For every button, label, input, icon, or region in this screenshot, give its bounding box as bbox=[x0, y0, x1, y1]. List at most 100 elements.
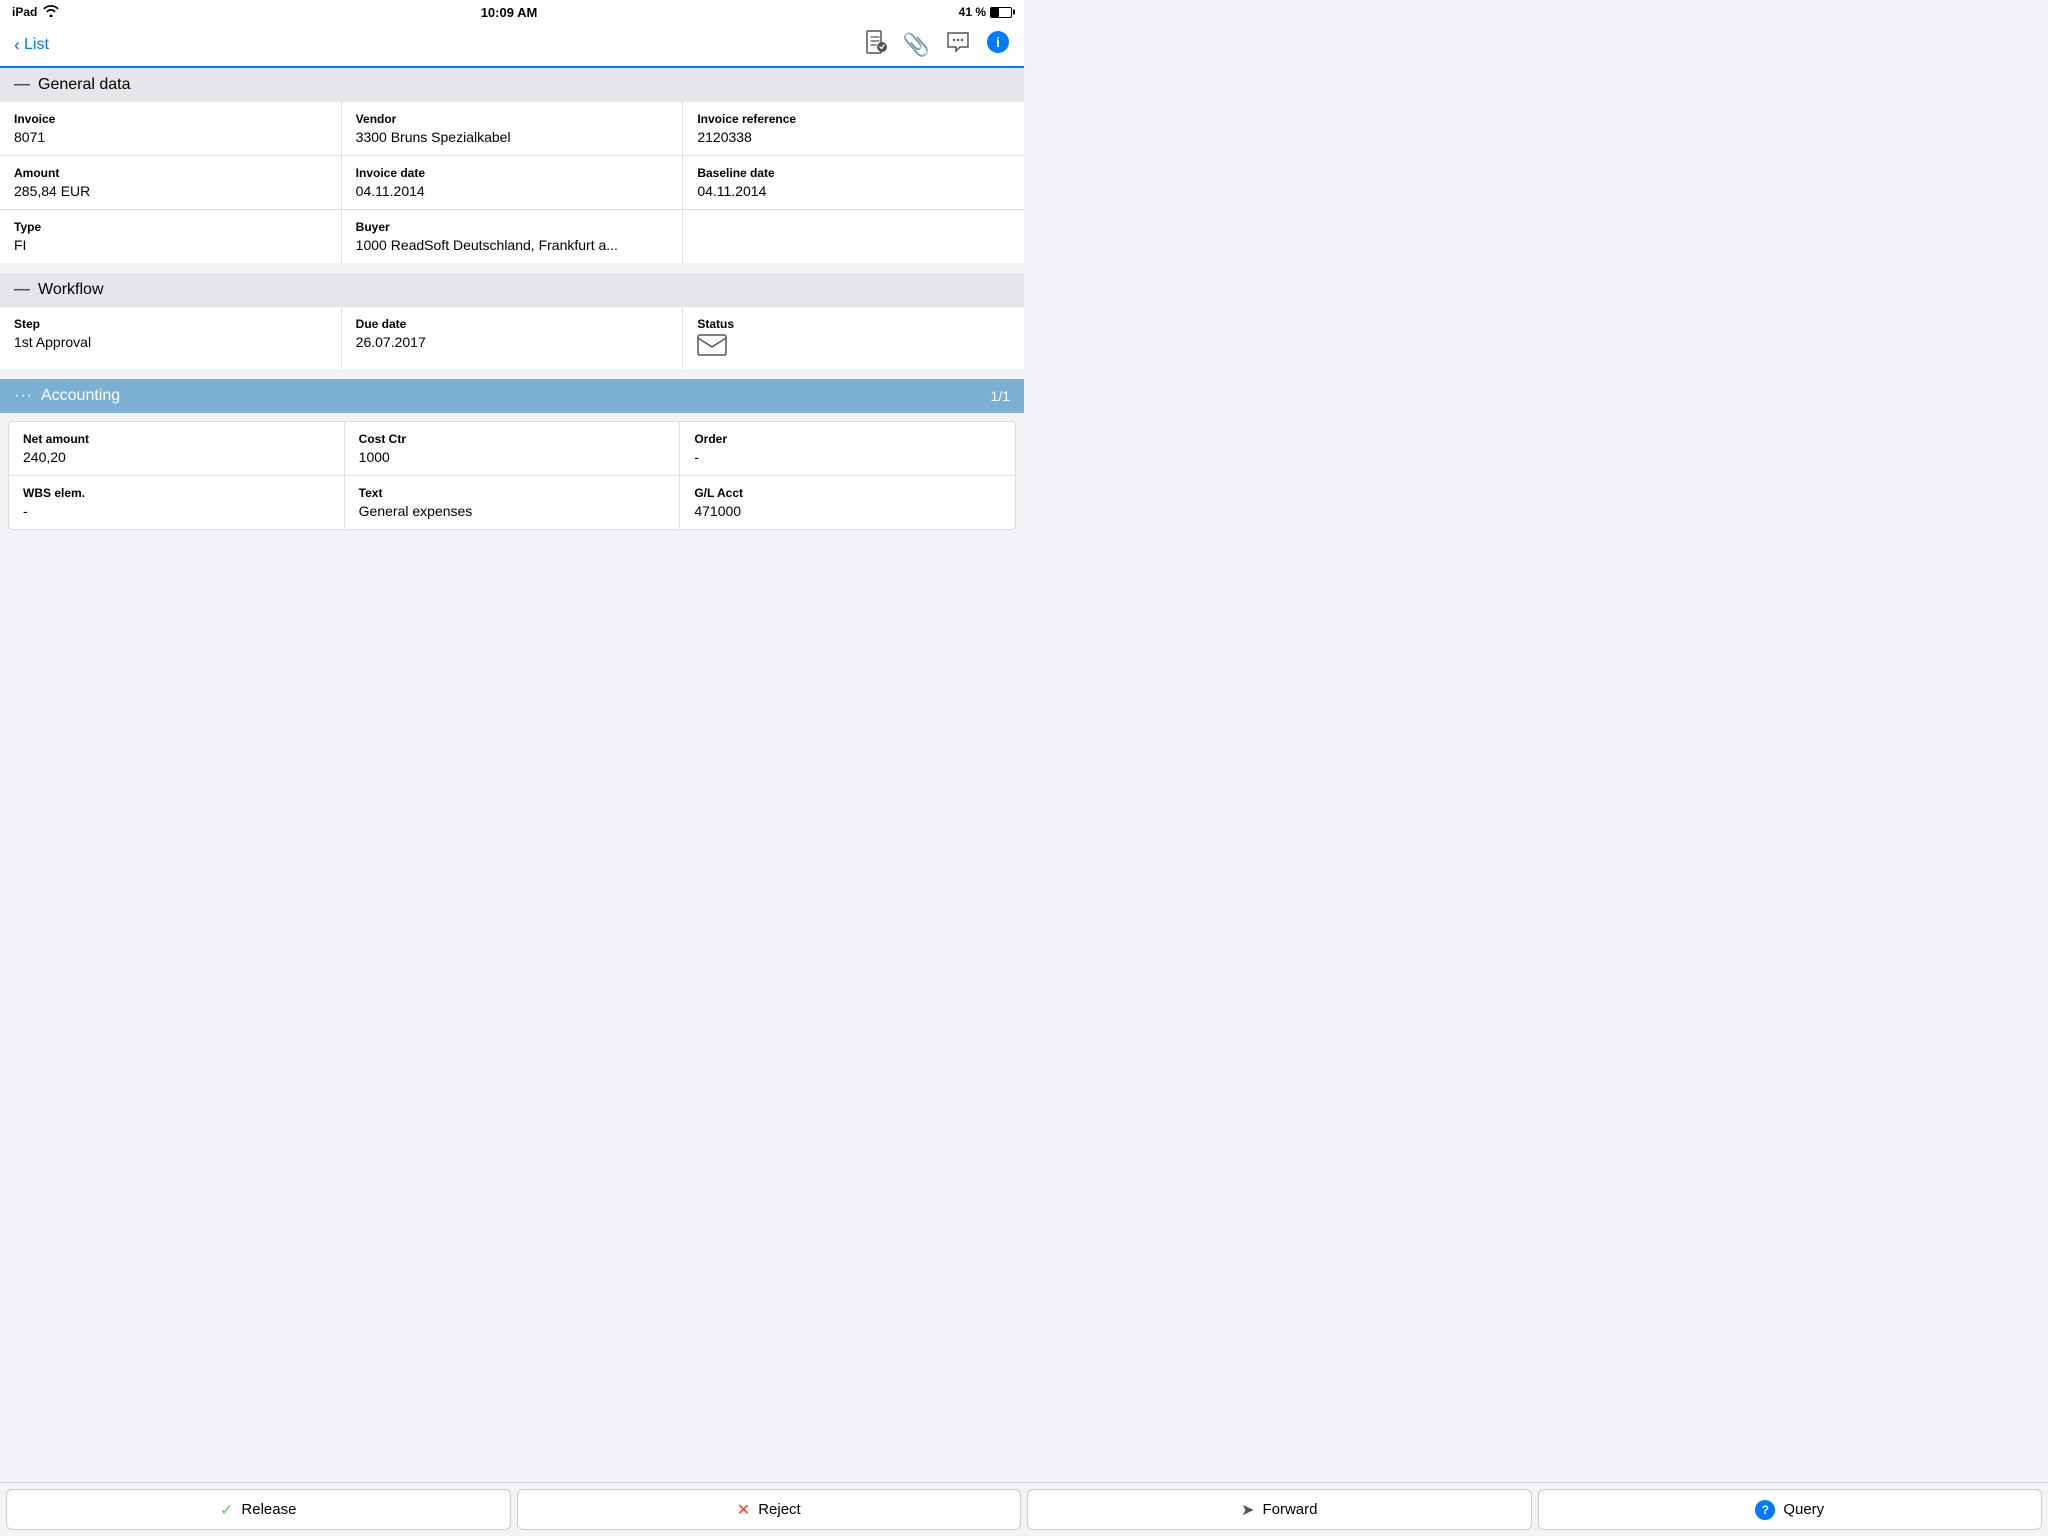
device-label: iPad bbox=[12, 5, 37, 19]
release-label: Release bbox=[241, 1501, 296, 1518]
forward-button[interactable]: ➤ Forward bbox=[1027, 1489, 1532, 1530]
table-row: WBS elem. - Text General expenses G/L Ac… bbox=[9, 476, 1015, 529]
baseline-date-label: Baseline date bbox=[697, 166, 1010, 180]
buyer-label: Buyer bbox=[356, 220, 669, 234]
general-data-table: Invoice 8071 Vendor 3300 Bruns Spezialka… bbox=[0, 102, 1024, 263]
table-row: Type FI Buyer 1000 ReadSoft Deutschland,… bbox=[0, 210, 1024, 263]
type-value: FI bbox=[14, 237, 327, 253]
invoice-date-label: Invoice date bbox=[356, 166, 669, 180]
buyer-value: 1000 ReadSoft Deutschland, Frankfurt a..… bbox=[356, 237, 669, 253]
gl-acct-cell: G/L Acct 471000 bbox=[680, 476, 1015, 529]
back-button[interactable]: ‹ List bbox=[14, 35, 49, 56]
time-display: 10:09 AM bbox=[481, 5, 538, 20]
query-label: Query bbox=[1783, 1501, 1824, 1518]
net-amount-label: Net amount bbox=[23, 432, 330, 446]
invoice-date-value: 04.11.2014 bbox=[356, 183, 669, 199]
status-icon bbox=[697, 334, 1010, 359]
general-data-title: General data bbox=[38, 76, 131, 94]
accounting-badge: 1/1 bbox=[991, 388, 1010, 404]
bottom-toolbar: ✓ Release ✕ Reject ➤ Forward ? Query bbox=[0, 1482, 2048, 1536]
wifi-icon bbox=[43, 5, 59, 20]
gl-acct-value: 471000 bbox=[694, 503, 1001, 519]
accounting-header: ··· Accounting 1/1 bbox=[0, 379, 1024, 413]
release-button[interactable]: ✓ Release bbox=[6, 1489, 511, 1530]
info-icon[interactable]: i bbox=[986, 30, 1010, 60]
nav-bar: ‹ List 📎 i bbox=[0, 24, 1024, 68]
table-row: Invoice 8071 Vendor 3300 Bruns Spezialka… bbox=[0, 102, 1024, 156]
workflow-header: — Workflow bbox=[0, 273, 1024, 307]
reject-label: Reject bbox=[758, 1501, 801, 1518]
battery-icon bbox=[990, 7, 1012, 18]
x-icon: ✕ bbox=[737, 1500, 750, 1520]
step-value: 1st Approval bbox=[14, 334, 327, 350]
nav-icons: 📎 i bbox=[865, 30, 1010, 60]
invoice-cell: Invoice 8071 bbox=[0, 102, 342, 155]
general-data-header: — General data bbox=[0, 68, 1024, 102]
baseline-date-cell: Baseline date 04.11.2014 bbox=[683, 156, 1024, 209]
invoice-value: 8071 bbox=[14, 129, 327, 145]
vendor-label: Vendor bbox=[356, 112, 669, 126]
type-label: Type bbox=[14, 220, 327, 234]
status-label: Status bbox=[697, 317, 1010, 331]
vendor-cell: Vendor 3300 Bruns Spezialkabel bbox=[342, 102, 684, 155]
vendor-value: 3300 Bruns Spezialkabel bbox=[356, 129, 669, 145]
status-bar-right: 41 % bbox=[959, 5, 1012, 19]
amount-label: Amount bbox=[14, 166, 327, 180]
back-chevron-icon: ‹ bbox=[14, 35, 20, 56]
type-cell: Type FI bbox=[0, 210, 342, 263]
arrow-icon: ➤ bbox=[1241, 1500, 1254, 1520]
check-icon: ✓ bbox=[220, 1500, 233, 1520]
order-cell: Order - bbox=[680, 422, 1015, 475]
net-amount-value: 240,20 bbox=[23, 449, 330, 465]
net-amount-cell: Net amount 240,20 bbox=[9, 422, 345, 475]
collapse-workflow-icon[interactable]: — bbox=[14, 281, 30, 299]
question-icon: ? bbox=[1755, 1500, 1775, 1520]
svg-text:i: i bbox=[996, 34, 1000, 50]
wbs-label: WBS elem. bbox=[23, 486, 330, 500]
step-cell: Step 1st Approval bbox=[0, 307, 342, 369]
invoice-label: Invoice bbox=[14, 112, 327, 126]
table-row: Amount 285,84 EUR Invoice date 04.11.201… bbox=[0, 156, 1024, 210]
buyer-cell: Buyer 1000 ReadSoft Deutschland, Frankfu… bbox=[342, 210, 684, 263]
status-cell: Status bbox=[683, 307, 1024, 369]
order-label: Order bbox=[694, 432, 1001, 446]
cost-ctr-label: Cost Ctr bbox=[359, 432, 666, 446]
accounting-card: Net amount 240,20 Cost Ctr 1000 Order - … bbox=[8, 421, 1016, 530]
workflow-table: Step 1st Approval Due date 26.07.2017 St… bbox=[0, 307, 1024, 369]
due-date-cell: Due date 26.07.2017 bbox=[342, 307, 684, 369]
query-button[interactable]: ? Query bbox=[1538, 1489, 2043, 1530]
reject-button[interactable]: ✕ Reject bbox=[517, 1489, 1022, 1530]
gl-acct-label: G/L Acct bbox=[694, 486, 1001, 500]
battery-pct: 41 % bbox=[959, 5, 986, 19]
forward-label: Forward bbox=[1262, 1501, 1317, 1518]
status-bar-left: iPad bbox=[12, 5, 59, 20]
cost-ctr-cell: Cost Ctr 1000 bbox=[345, 422, 681, 475]
invoice-date-cell: Invoice date 04.11.2014 bbox=[342, 156, 684, 209]
status-bar: iPad 10:09 AM 41 % bbox=[0, 0, 1024, 24]
document-icon[interactable] bbox=[865, 30, 887, 60]
order-value: - bbox=[694, 449, 1001, 465]
workflow-title: Workflow bbox=[38, 281, 104, 299]
back-label: List bbox=[24, 36, 49, 54]
text-label: Text bbox=[359, 486, 666, 500]
baseline-date-value: 04.11.2014 bbox=[697, 183, 1010, 199]
amount-value: 285,84 EUR bbox=[14, 183, 327, 199]
comment-icon[interactable] bbox=[946, 31, 970, 59]
attachment-icon[interactable]: 📎 bbox=[903, 32, 930, 58]
collapse-icon[interactable]: — bbox=[14, 76, 30, 94]
invoice-ref-cell: Invoice reference 2120338 bbox=[683, 102, 1024, 155]
invoice-ref-label: Invoice reference bbox=[697, 112, 1010, 126]
text-cell: Text General expenses bbox=[345, 476, 681, 529]
table-row: Step 1st Approval Due date 26.07.2017 St… bbox=[0, 307, 1024, 369]
step-label: Step bbox=[14, 317, 327, 331]
wbs-cell: WBS elem. - bbox=[9, 476, 345, 529]
accounting-title: Accounting bbox=[41, 387, 120, 405]
invoice-ref-value: 2120338 bbox=[697, 129, 1010, 145]
table-row: Net amount 240,20 Cost Ctr 1000 Order - bbox=[9, 422, 1015, 476]
empty-cell bbox=[683, 210, 1024, 263]
due-date-label: Due date bbox=[356, 317, 669, 331]
text-value: General expenses bbox=[359, 503, 666, 519]
cost-ctr-value: 1000 bbox=[359, 449, 666, 465]
due-date-value: 26.07.2017 bbox=[356, 334, 669, 350]
accounting-dots-icon: ··· bbox=[14, 387, 33, 405]
